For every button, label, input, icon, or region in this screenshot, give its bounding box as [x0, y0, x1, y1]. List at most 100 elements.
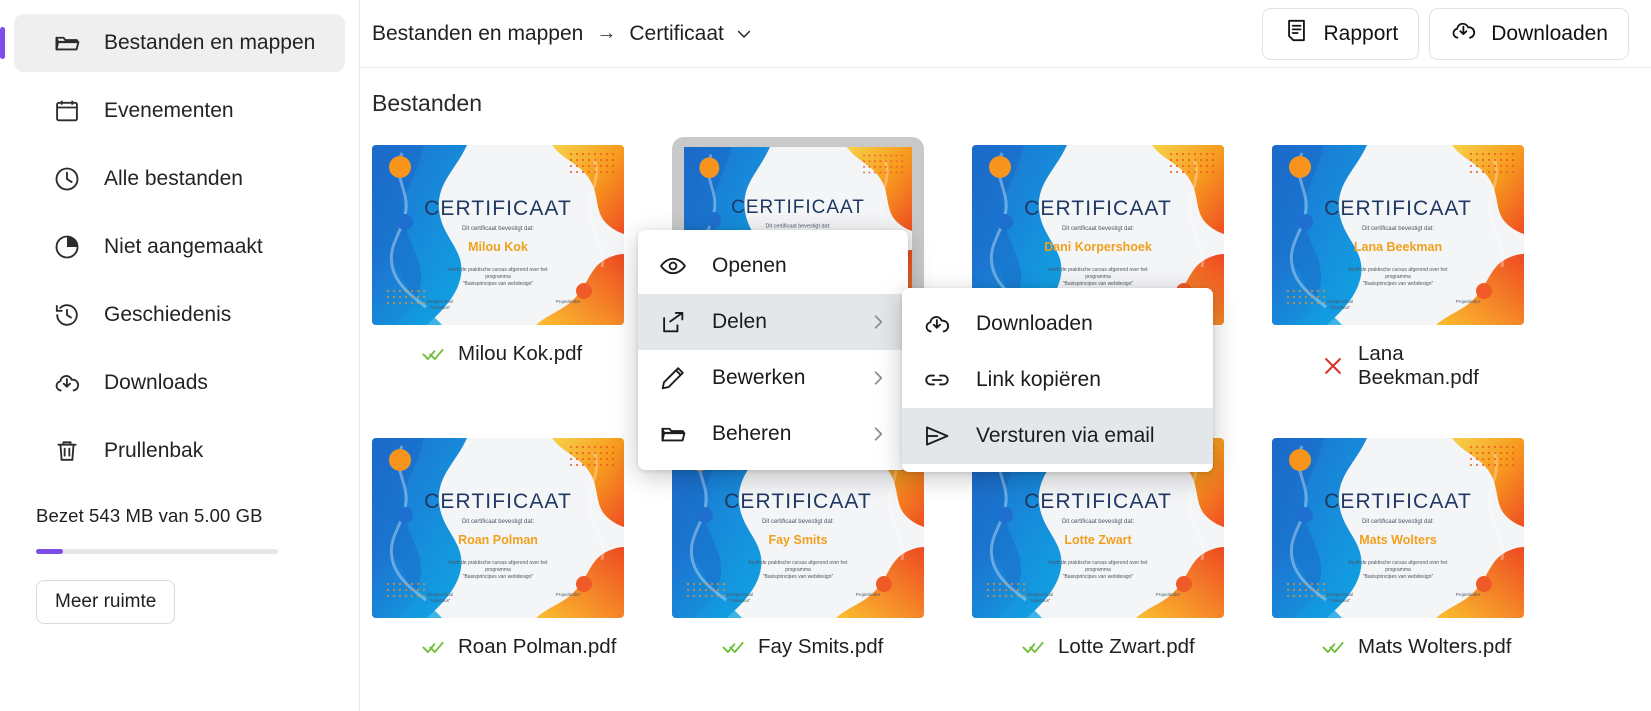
svg-text:Dit certificaat bevestigt dat:: Dit certificaat bevestigt dat:	[1062, 519, 1134, 525]
sidebar-item-label: Evenementen	[104, 99, 234, 122]
file-card[interactable]: CERTIFICAAT Dit certificaat bevestigt da…	[1272, 145, 1524, 390]
file-card[interactable]: CERTIFICAAT Dit certificaat bevestigt da…	[372, 438, 624, 659]
svg-text:"Maximus": "Maximus"	[730, 598, 751, 603]
sidebar-item-niet-aangemaakt[interactable]: Niet aangemaakt	[14, 218, 345, 276]
downloaden-button-label: Downloaden	[1491, 21, 1608, 45]
breadcrumb: Bestanden en mappen → Certificaat	[372, 22, 754, 46]
storage-usage-text: Bezet 543 MB van 5.00 GB	[36, 505, 263, 526]
chevron-right-icon	[868, 368, 888, 388]
file-thumbnail[interactable]: CERTIFICAAT Dit certificaat bevestigt da…	[372, 438, 624, 618]
sidebar-item-label: Downloads	[104, 371, 208, 394]
link-icon	[922, 365, 952, 395]
svg-text:"Basisprincipes van webdesign": "Basisprincipes van webdesign"	[763, 574, 834, 580]
file-label: Fay Smits.pdf	[672, 635, 924, 659]
svg-text:Dit certificaat bevestigt dat:: Dit certificaat bevestigt dat:	[762, 519, 834, 525]
certificate-artwork: CERTIFICAAT Dit certificaat bevestigt da…	[1272, 438, 1524, 618]
context-menu-label: Bewerken	[712, 366, 806, 389]
sidebar-item-alle-bestanden[interactable]: Alle bestanden	[14, 150, 345, 208]
cloud-download-icon	[922, 309, 952, 339]
svg-text:programma: programma	[1385, 567, 1411, 573]
sidebar-item-geschiedenis[interactable]: Geschiedenis	[14, 286, 345, 344]
svg-text:CERTIFICAAT: CERTIFICAAT	[724, 490, 872, 513]
clock-icon	[52, 164, 82, 194]
file-label: Lana Beekman.pdf	[1272, 342, 1524, 390]
svg-text:Fay Smits: Fay Smits	[768, 533, 827, 547]
sidebar-item-label: Prullenbak	[104, 439, 204, 462]
sidebar-item-label: Niet aangemaakt	[104, 235, 263, 258]
svg-text:Milou Kok: Milou Kok	[468, 240, 528, 254]
svg-text:CERTIFICAAT: CERTIFICAAT	[1324, 490, 1472, 513]
file-card[interactable]: CERTIFICAAT Dit certificaat bevestigt da…	[372, 145, 624, 390]
chevron-down-icon[interactable]	[734, 24, 754, 44]
page-title: Bestanden	[372, 90, 482, 116]
svg-text:Dit certificaat bevestigt dat:: Dit certificaat bevestigt dat:	[462, 226, 534, 232]
context-menu-item-bewerken[interactable]: Bewerken	[638, 350, 908, 406]
breadcrumb-root[interactable]: Bestanden en mappen	[372, 22, 583, 46]
context-menu-label: Beheren	[712, 422, 792, 445]
svg-text:Projectleider: Projectleider	[1456, 592, 1481, 597]
sidebar-item-evenementen[interactable]: Evenementen	[14, 82, 345, 140]
sidebar-item-bestanden-en-mappen[interactable]: Bestanden en mappen	[0, 14, 345, 72]
svg-text:"Basisprincipes van webdesign": "Basisprincipes van webdesign"	[1363, 281, 1434, 287]
submenu-item-link-kopieren[interactable]: Link kopiëren	[902, 352, 1213, 408]
certificate-artwork: CERTIFICAAT Dit certificaat bevestigt da…	[372, 145, 624, 325]
send-icon	[922, 421, 952, 451]
error-x-icon	[1322, 355, 1344, 377]
topbar-actions: Rapport Downloaden	[1261, 7, 1629, 60]
topbar: Bestanden en mappen → Certificaat Rappor…	[360, 0, 1651, 68]
file-thumbnail[interactable]: CERTIFICAAT Dit certificaat bevestigt da…	[372, 145, 624, 325]
svg-text:Designschool: Designschool	[1027, 592, 1053, 597]
chevron-right-icon	[868, 424, 888, 444]
svg-text:programma: programma	[1085, 567, 1111, 573]
svg-text:"Maximus": "Maximus"	[1330, 598, 1351, 603]
svg-text:CERTIFICAAT: CERTIFICAAT	[1024, 197, 1172, 220]
rapport-button[interactable]: Rapport	[1261, 7, 1420, 60]
svg-text:Projectleider: Projectleider	[556, 299, 581, 304]
context-menu-item-beheren[interactable]: Beheren	[638, 406, 908, 462]
file-label: Roan Polman.pdf	[372, 635, 624, 659]
context-menu-item-delen[interactable]: Delen	[638, 294, 908, 350]
file-thumbnail[interactable]: CERTIFICAAT Dit certificaat bevestigt da…	[1272, 438, 1524, 618]
double-check-icon	[422, 636, 444, 658]
app-root: Bestanden en mappen Evenementen Alle bes…	[0, 0, 1651, 711]
context-menu-item-openen[interactable]: Openen	[638, 238, 908, 294]
file-card[interactable]: CERTIFICAAT Dit certificaat bevestigt da…	[1272, 438, 1524, 659]
file-label: Lotte Zwart.pdf	[972, 635, 1224, 659]
svg-text:Projectleider: Projectleider	[1156, 592, 1181, 597]
meer-ruimte-button[interactable]: Meer ruimte	[36, 580, 176, 624]
file-label: Mats Wolters.pdf	[1272, 635, 1524, 659]
svg-text:programma: programma	[1385, 274, 1411, 280]
history-icon	[52, 300, 82, 330]
svg-text:Projectleider: Projectleider	[856, 592, 881, 597]
certificate-artwork: CERTIFICAAT Dit certificaat bevestigt da…	[1272, 145, 1524, 325]
svg-text:"Maximus": "Maximus"	[430, 598, 451, 603]
sidebar-item-prullenbak[interactable]: Prullenbak	[14, 422, 345, 480]
context-menu: Openen Delen Bewerken Beheren	[638, 230, 908, 470]
storage-progress-bar	[36, 549, 278, 554]
eye-icon	[658, 251, 688, 281]
svg-text:heeft de praktische cursus afg: heeft de praktische cursus afgerond over…	[1349, 560, 1449, 566]
submenu-item-downloaden[interactable]: Downloaden	[902, 296, 1213, 352]
double-check-icon	[422, 343, 444, 365]
pencil-icon	[658, 363, 688, 393]
submenu-item-versturen-via-email[interactable]: Versturen via email	[902, 408, 1213, 464]
file-card[interactable]: CERTIFICAAT Dit certificaat bevestigt da…	[672, 438, 924, 659]
file-name: Fay Smits.pdf	[758, 635, 884, 658]
downloaden-button[interactable]: Downloaden	[1429, 7, 1629, 60]
file-thumbnail[interactable]: CERTIFICAAT Dit certificaat bevestigt da…	[1272, 145, 1524, 325]
svg-text:Dit certificaat bevestigt dat:: Dit certificaat bevestigt dat:	[1062, 226, 1134, 232]
svg-text:heeft de praktische cursus afg: heeft de praktische cursus afgerond over…	[1349, 267, 1449, 273]
main-content: Bestanden en mappen → Certificaat Rappor…	[360, 0, 1651, 711]
sidebar-item-downloads[interactable]: Downloads	[14, 354, 345, 412]
svg-text:Dit certificaat bevestigt dat:: Dit certificaat bevestigt dat:	[462, 519, 534, 525]
svg-text:Designschool: Designschool	[1327, 592, 1353, 597]
svg-text:Dit certificaat bevestigt dat:: Dit certificaat bevestigt dat:	[766, 223, 831, 229]
folder-icon	[52, 28, 82, 58]
breadcrumb-current[interactable]: Certificaat	[629, 22, 724, 46]
svg-text:Dit certificaat bevestigt dat:: Dit certificaat bevestigt dat:	[1362, 519, 1434, 525]
svg-text:"Basisprincipes van webdesign": "Basisprincipes van webdesign"	[1363, 574, 1434, 580]
svg-text:CERTIFICAAT: CERTIFICAAT	[731, 196, 865, 218]
svg-text:"Basisprincipes van webdesign": "Basisprincipes van webdesign"	[463, 281, 534, 287]
chevron-right-icon	[868, 312, 888, 332]
svg-text:heeft de praktische cursus afg: heeft de praktische cursus afgerond over…	[749, 560, 849, 566]
